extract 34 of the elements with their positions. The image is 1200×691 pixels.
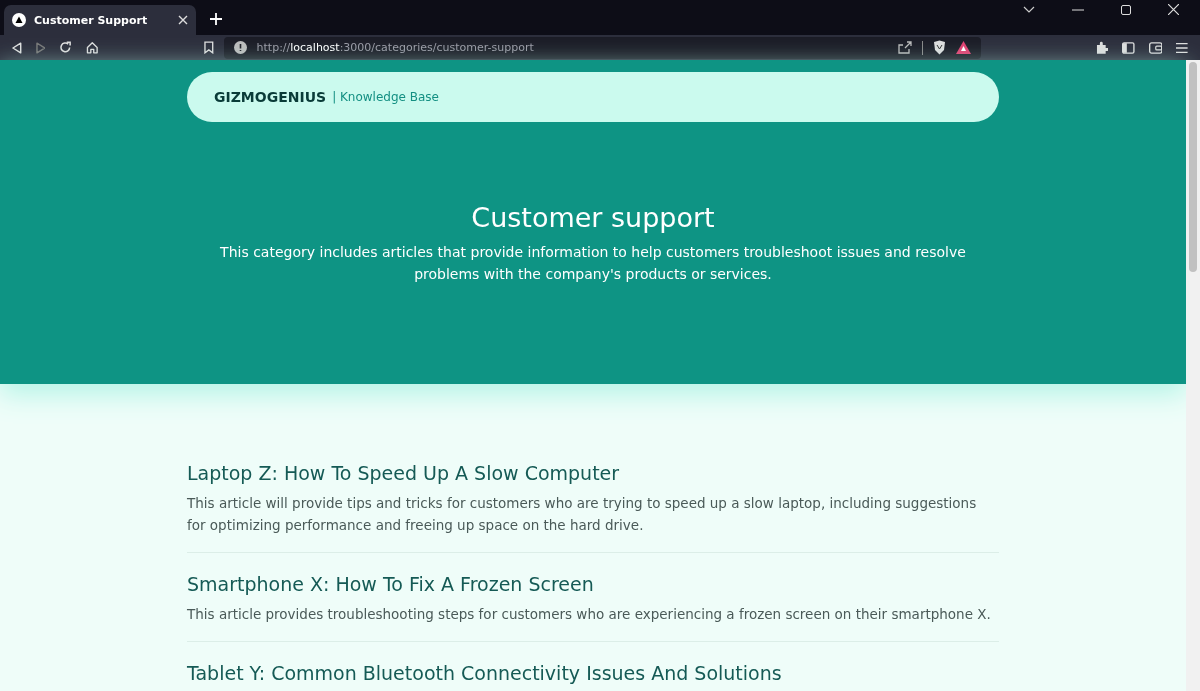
- browser-tab[interactable]: Customer Support: [4, 5, 196, 35]
- lion-shield-icon[interactable]: [932, 40, 946, 55]
- home-icon[interactable]: [85, 41, 99, 54]
- triangle-icon[interactable]: [955, 41, 971, 54]
- category-title: Customer support: [471, 202, 715, 233]
- article-summary: This article will provide tips and tricks for customers who are trying to speed up a slow laptop, including suggestions for optimizing performance and freeing up space on the hard drive.: [187, 494, 978, 535]
- close-icon[interactable]: [1168, 4, 1179, 15]
- url-text: http://localhost:3000/categories/customer-support: [256, 41, 534, 54]
- bookmark-icon[interactable]: [203, 41, 214, 54]
- tab-list-icon[interactable]: [1023, 5, 1035, 14]
- favicon-icon: [12, 13, 26, 27]
- minimize-icon[interactable]: [1072, 8, 1084, 11]
- puzzle-icon[interactable]: [1095, 41, 1109, 54]
- share-icon[interactable]: [897, 41, 912, 54]
- sidebar-icon[interactable]: [1122, 41, 1135, 54]
- maximize-icon[interactable]: [1121, 4, 1131, 15]
- address-bar[interactable]: http://localhost:3000/categories/customer-support: [223, 36, 981, 59]
- menu-icon[interactable]: [1176, 41, 1189, 54]
- site-logo[interactable]: GIZMOGENIUS: [214, 89, 327, 105]
- article-link[interactable]: Smartphone X: How To Fix A Frozen Screen: [187, 573, 999, 595]
- forward-icon[interactable]: [35, 41, 46, 54]
- wallet-icon[interactable]: [1148, 41, 1163, 54]
- tab-title: Customer Support: [34, 13, 149, 27]
- close-tab-icon[interactable]: [178, 15, 188, 25]
- back-icon[interactable]: [12, 41, 22, 54]
- site-subtitle: | Knowledge Base: [332, 90, 439, 104]
- scrollbar[interactable]: [1186, 60, 1200, 691]
- article-link[interactable]: Tablet Y: Common Bluetooth Connectivity Issues And Solutions: [187, 662, 999, 684]
- article-summary: This article provides troubleshooting steps for customers who are experiencing a frozen screen on their smartphone X.: [187, 605, 992, 624]
- article-link[interactable]: Laptop Z: How To Speed Up A Slow Computer: [187, 462, 999, 484]
- reload-icon[interactable]: [59, 41, 72, 54]
- category-description: This category includes articles that provide information to help customers troubleshoot issues and resolve problems with the company's products or services.: [219, 243, 967, 284]
- info-icon: [233, 41, 247, 54]
- new-tab-icon[interactable]: [210, 13, 222, 25]
